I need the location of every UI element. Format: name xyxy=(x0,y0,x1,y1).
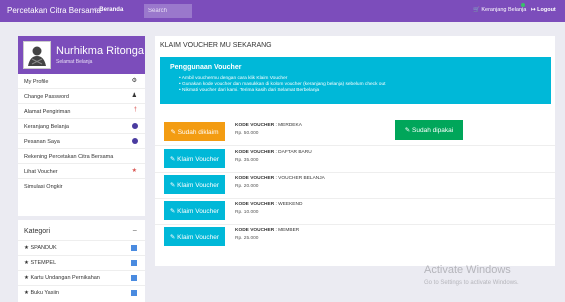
profile-greeting: Selamat Belanja xyxy=(56,59,93,65)
sidebar-item-pesanan-saya[interactable]: Pesanan Saya xyxy=(18,134,145,149)
sidebar-item-label: Simulasi Ongkir xyxy=(24,184,63,190)
voucher-code-label: KODE VOUCHER xyxy=(235,176,275,181)
divider xyxy=(155,145,555,146)
voucher-code-label: KODE VOUCHER xyxy=(235,150,275,155)
voucher-code: KODE VOUCHER : VOUCHER BELANJA xyxy=(235,176,325,181)
voucher-row: ✎ Klaim Voucher KODE VOUCHER : VOUCHER B… xyxy=(155,173,555,199)
voucher-code-label: KODE VOUCHER xyxy=(235,202,275,207)
sidebar-item-label: Lihat Voucher xyxy=(24,169,58,175)
voucher-code: KODE VOUCHER : MERDEKA xyxy=(235,123,302,128)
profile-name: Nurhikma Ritonga xyxy=(56,45,145,57)
count-badge xyxy=(132,123,138,129)
voucher-price: Rp. 35.000 xyxy=(235,158,259,163)
voucher-row: ✎ Klaim Voucher KODE VOUCHER : DAFTAR BA… xyxy=(155,147,555,173)
sidebar-item-change-password[interactable]: Change Password ♟ xyxy=(18,89,145,104)
sidebar-item-simulasi-ongkir[interactable]: Simulasi Ongkir xyxy=(18,179,145,194)
voucher-price: Rp. 50.000 xyxy=(235,131,259,136)
category-item-label: ★ STEMPEL xyxy=(24,260,57,266)
claim-voucher-button[interactable]: ✎ Klaim Voucher xyxy=(164,227,225,246)
category-count-badge xyxy=(131,245,137,251)
top-navbar: Percetakan Citra Bersama ⌂ Beranda 🛒 Ker… xyxy=(0,0,565,22)
sidebar-item-lihat-voucher[interactable]: Lihat Voucher ★ xyxy=(18,164,145,179)
claimed-button[interactable]: ✎ Sudah diklaim xyxy=(164,122,225,141)
voucher-row: ✎ Klaim Voucher KODE VOUCHER : MEMBER Rp… xyxy=(155,225,555,251)
voucher-row: ✎ Sudah diklaim KODE VOUCHER : MERDEKA R… xyxy=(155,120,555,146)
category-count-badge xyxy=(131,260,137,266)
voucher-code-value: : DAFTAR BARU xyxy=(274,150,312,155)
category-item-label: ★ SPANDUK xyxy=(24,245,57,251)
gear-icon: ⚙ xyxy=(131,78,137,84)
sidebar-item-label: Rekening Percetakan Citra Bersama xyxy=(24,154,114,160)
claim-voucher-button[interactable]: ✎ Klaim Voucher xyxy=(164,175,225,194)
sidebar-item-label: Keranjang Belanja xyxy=(24,124,69,130)
claim-voucher-button[interactable]: ✎ Klaim Voucher xyxy=(164,149,225,168)
user-photo-icon xyxy=(24,42,50,68)
activate-windows-hint: Go to Settings to activate Windows. xyxy=(424,280,519,286)
voucher-code: KODE VOUCHER : WEEKEND xyxy=(235,202,302,207)
category-list: ★ SPANDUK ★ STEMPEL ★ Kartu Undangan Per… xyxy=(18,240,145,300)
voucher-code-value: : MEMBER xyxy=(274,228,300,233)
voucher-code-value: : MERDEKA xyxy=(274,123,302,128)
nav-logout-link[interactable]: ↦ Logout xyxy=(531,7,556,13)
sidebar-menu: My Profile ⚙ Change Password ♟ Alamat Pe… xyxy=(18,74,145,194)
category-count-badge xyxy=(131,290,137,296)
category-title: Kategori xyxy=(24,228,51,235)
map-marker-icon: † xyxy=(133,107,137,113)
voucher-code: KODE VOUCHER : DAFTAR BARU xyxy=(235,150,312,155)
info-list: • Ambil vouchermu dengan cara klik Klaim… xyxy=(179,76,385,94)
activate-windows-watermark: Activate Windows xyxy=(424,264,511,276)
sidebar-item-label: Pesanan Saya xyxy=(24,139,60,145)
nav-home-link[interactable]: ⌂ Beranda xyxy=(94,7,123,13)
user-icon: ♟ xyxy=(131,93,137,99)
pin-icon: ★ xyxy=(131,168,137,174)
voucher-code-value: : WEEKEND xyxy=(274,202,303,207)
voucher-panel: KLAIM VOUCHER MU SEKARANG Penggunaan Vou… xyxy=(155,36,555,266)
category-item[interactable]: ★ STEMPEL xyxy=(18,255,145,270)
sidebar-item-label: My Profile xyxy=(24,79,49,85)
category-item[interactable]: ★ Buku Yasiin xyxy=(18,285,145,300)
sidebar-item-label: Alamat Pengiriman xyxy=(24,109,71,115)
sidebar: Nurhikma Ritonga Selamat Belanja My Prof… xyxy=(18,36,145,216)
category-panel: Kategori − ★ SPANDUK ★ STEMPEL ★ Kartu U… xyxy=(18,220,145,302)
voucher-row: ✎ Klaim Voucher KODE VOUCHER : WEEKEND R… xyxy=(155,199,555,225)
voucher-code: KODE VOUCHER : MEMBER xyxy=(235,228,299,233)
info-callout: Penggunaan Voucher • Ambil vouchermu den… xyxy=(160,57,551,104)
voucher-price: Rp. 10.000 xyxy=(235,210,259,215)
page-title: KLAIM VOUCHER MU SEKARANG xyxy=(160,42,272,49)
cart-count-badge xyxy=(521,3,525,7)
sidebar-item-label: Change Password xyxy=(24,94,69,100)
category-item[interactable]: ★ SPANDUK xyxy=(18,240,145,255)
collapse-icon[interactable]: − xyxy=(132,226,137,235)
category-count-badge xyxy=(131,275,137,281)
count-badge xyxy=(132,138,138,144)
sidebar-item-keranjang-belanja[interactable]: Keranjang Belanja xyxy=(18,119,145,134)
voucher-code-label: KODE VOUCHER xyxy=(235,123,275,128)
category-item-label: ★ Buku Yasiin xyxy=(24,290,59,296)
brand-link[interactable]: Percetakan Citra Bersama xyxy=(7,6,101,15)
claim-voucher-button[interactable]: ✎ Klaim Voucher xyxy=(164,201,225,220)
search-input[interactable] xyxy=(144,4,192,18)
voucher-price: Rp. 25.000 xyxy=(235,236,259,241)
avatar xyxy=(23,41,51,69)
info-item: • Nikmati voucher dari kami. Terima kasi… xyxy=(179,88,320,93)
profile-card: Nurhikma Ritonga Selamat Belanja xyxy=(18,36,145,74)
nav-cart-link[interactable]: 🛒 Keranjang Belanja xyxy=(473,7,526,13)
voucher-code-value: : VOUCHER BELANJA xyxy=(274,176,325,181)
sidebar-item-my-profile[interactable]: My Profile ⚙ xyxy=(18,74,145,89)
voucher-code-label: KODE VOUCHER xyxy=(235,228,275,233)
info-title: Penggunaan Voucher xyxy=(170,64,242,71)
sidebar-item-alamat-pengiriman[interactable]: Alamat Pengiriman † xyxy=(18,104,145,119)
sidebar-item-rekening[interactable]: Rekening Percetakan Citra Bersama xyxy=(18,149,145,164)
used-button[interactable]: ✎ Sudah dipakai xyxy=(395,120,463,140)
category-item-label: ★ Kartu Undangan Pernikahan xyxy=(24,275,100,281)
voucher-price: Rp. 20.000 xyxy=(235,184,259,189)
category-item[interactable]: ★ Kartu Undangan Pernikahan xyxy=(18,270,145,285)
